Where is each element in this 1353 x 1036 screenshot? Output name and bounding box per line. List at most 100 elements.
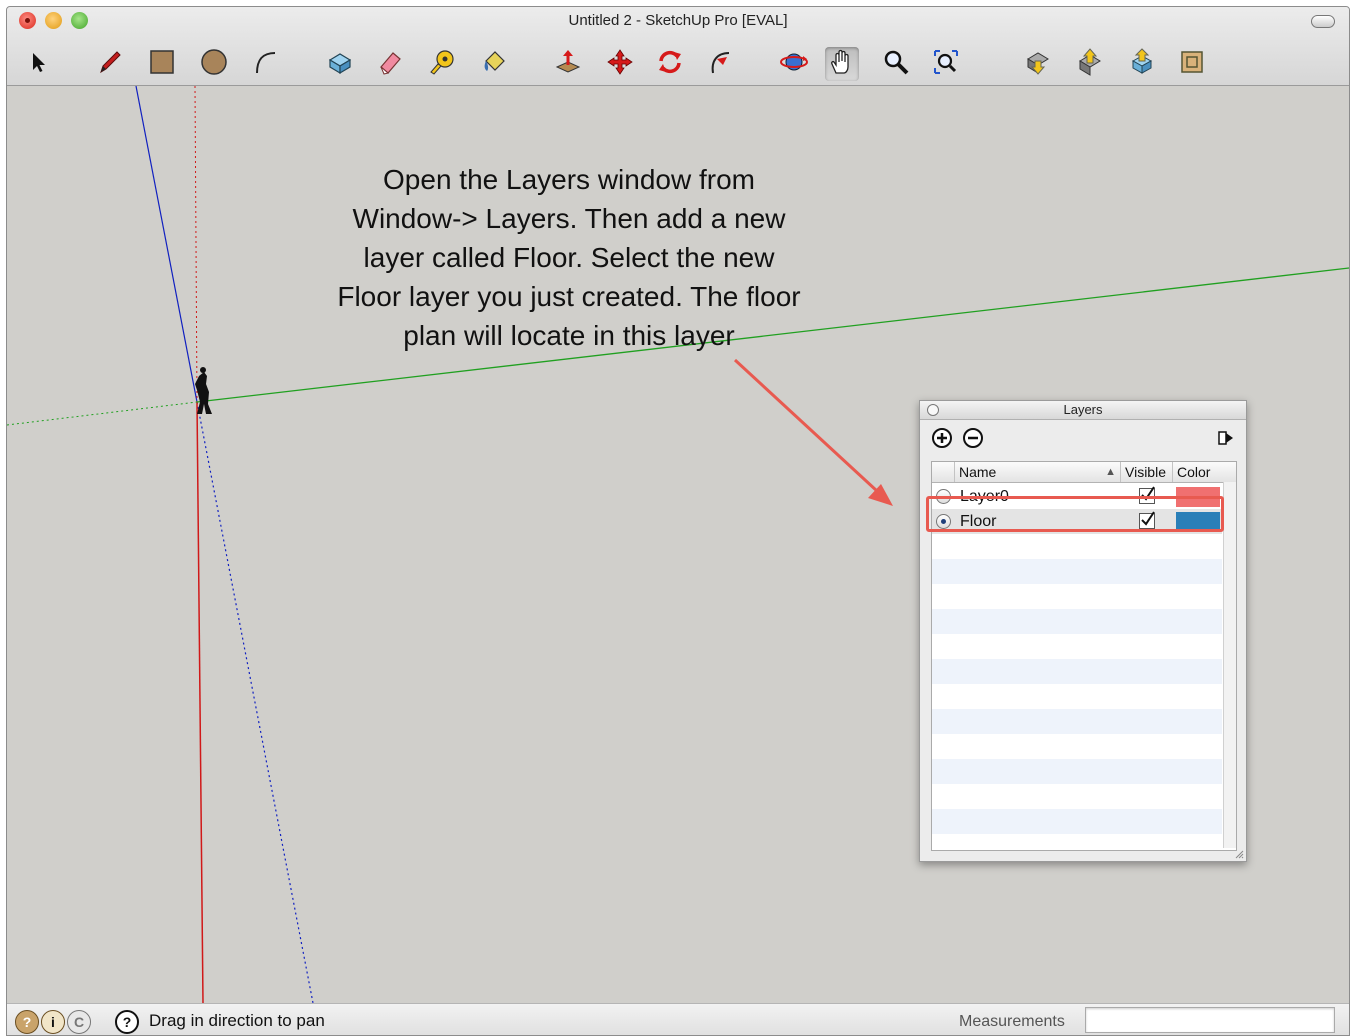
paint-bucket-icon: [479, 47, 509, 82]
follow-me-tool[interactable]: [703, 47, 737, 81]
arc-icon: [249, 47, 279, 82]
get-models-icon: [1023, 47, 1053, 82]
empty-row: [932, 659, 1222, 684]
annotation-line: Window-> Layers. Then add a new: [352, 203, 786, 234]
empty-row: [932, 559, 1222, 584]
zoom-tool[interactable]: [879, 47, 913, 81]
status-bar: ? i C ? Drag in direction to pan Measure…: [7, 1003, 1349, 1035]
user-account-icon[interactable]: C: [67, 1010, 91, 1034]
eraser-tool[interactable]: [373, 47, 407, 81]
empty-row: [932, 709, 1222, 734]
layers-close-button[interactable]: [927, 404, 939, 416]
tutorial-annotation: Open the Layers window from Window-> Lay…: [297, 160, 841, 355]
annotation-arrow: [733, 358, 893, 506]
select-tool[interactable]: [21, 47, 55, 81]
geo-location-icon[interactable]: ?: [15, 1010, 39, 1034]
layer-name: Layer0: [960, 488, 1009, 505]
zoom-extents-tool[interactable]: [929, 47, 963, 81]
hand-icon: [827, 47, 857, 82]
layer-row-floor[interactable]: Floor: [932, 509, 1222, 534]
layer-visible-checkbox[interactable]: [1139, 511, 1155, 529]
extension-warehouse-tool[interactable]: [1175, 47, 1209, 81]
make-component-tool[interactable]: [323, 47, 357, 81]
get-models-tool[interactable]: [1021, 47, 1055, 81]
layer-name: Floor: [960, 513, 997, 530]
layers-details-button[interactable]: [1214, 429, 1236, 451]
title-bar: Untitled 2 - SketchUp Pro [EVAL]: [7, 7, 1349, 86]
pencil-icon: [95, 47, 125, 82]
annotation-line: Open the Layers window from: [383, 164, 755, 195]
name-column-label: Name: [959, 464, 997, 480]
status-message: Drag in direction to pan: [149, 1011, 325, 1030]
credits-icon[interactable]: i: [41, 1010, 65, 1034]
share-component-tool[interactable]: [1125, 47, 1159, 81]
annotation-line: layer called Floor. Select the new: [363, 242, 775, 273]
paint-bucket-tool[interactable]: [477, 47, 511, 81]
drawing-viewport[interactable]: Open the Layers window from Window-> Lay…: [7, 86, 1349, 1003]
window-title: Untitled 2 - SketchUp Pro [EVAL]: [568, 12, 788, 29]
layer-color-swatch[interactable]: [1176, 512, 1220, 532]
layers-scrollbar[interactable]: [1223, 482, 1236, 848]
annotation-line: plan will locate in this layer: [403, 320, 735, 351]
empty-row: [932, 809, 1222, 834]
share-model-icon: [1075, 47, 1105, 82]
zoom-extents-icon: [931, 47, 961, 82]
share-model-tool[interactable]: [1073, 47, 1107, 81]
circle-tool[interactable]: [197, 47, 231, 81]
share-component-icon: [1127, 47, 1157, 82]
line-tool[interactable]: [93, 47, 127, 81]
rotate-icon: [655, 47, 685, 82]
main-toolbar: [7, 43, 1349, 85]
eraser-icon: [375, 47, 405, 82]
color-column-label: Color: [1177, 464, 1211, 480]
name-column-header[interactable]: Name ▲: [954, 462, 1120, 482]
resize-grip-icon[interactable]: [1234, 849, 1244, 859]
layers-table-header: Name ▲ Visible Color: [932, 462, 1236, 483]
color-column-header[interactable]: Color: [1172, 462, 1222, 482]
layer-visible-checkbox[interactable]: [1139, 486, 1155, 504]
circle-icon: [199, 47, 229, 82]
rectangle-icon: [147, 47, 177, 82]
active-layer-radio[interactable]: [936, 514, 951, 529]
visible-column-header[interactable]: Visible: [1120, 462, 1172, 482]
measurements-input[interactable]: [1085, 1007, 1335, 1033]
orbit-tool[interactable]: [777, 47, 811, 81]
layer-row-layer0[interactable]: Layer0: [932, 484, 1222, 509]
active-layer-radio[interactable]: [936, 489, 951, 504]
follow-me-icon: [705, 47, 735, 82]
tape-measure-icon: [427, 47, 457, 82]
layer-color-swatch[interactable]: [1176, 487, 1220, 507]
orbit-icon: [779, 47, 809, 82]
layers-title-text: Layers: [1063, 402, 1103, 417]
move-icon: [605, 47, 635, 82]
arrow-cursor-icon: [23, 47, 53, 82]
sketchup-window: Untitled 2 - SketchUp Pro [EVAL] Open th…: [6, 6, 1350, 1036]
magnifier-icon: [881, 47, 911, 82]
pan-tool[interactable]: [825, 47, 859, 81]
add-layer-button[interactable]: [931, 427, 953, 454]
empty-row: [932, 609, 1222, 634]
annotation-line: Floor layer you just created. The floor: [337, 281, 801, 312]
layers-panel-title: Layers: [920, 401, 1246, 420]
empty-row: [932, 759, 1222, 784]
delete-layer-button[interactable]: [962, 427, 984, 454]
rotate-tool[interactable]: [653, 47, 687, 81]
sort-ascending-icon: ▲: [1105, 466, 1116, 478]
layers-panel: Layers Name ▲ Visible Color Layer0 Floor: [919, 400, 1247, 862]
push-pull-icon: [553, 47, 583, 82]
plus-circle-icon: [931, 427, 953, 454]
move-tool[interactable]: [603, 47, 637, 81]
layers-table: Name ▲ Visible Color Layer0 Floor: [931, 461, 1237, 851]
visible-column-label: Visible: [1125, 464, 1166, 480]
extension-warehouse-icon: [1177, 47, 1207, 82]
help-icon[interactable]: ?: [115, 1010, 139, 1034]
measurements-label: Measurements: [959, 1013, 1065, 1030]
arc-tool[interactable]: [247, 47, 281, 81]
component-icon: [325, 47, 355, 82]
toolbar-toggle-button[interactable]: [1311, 15, 1335, 28]
tape-measure-tool[interactable]: [425, 47, 459, 81]
details-arrow-icon: [1214, 427, 1236, 454]
rectangle-tool[interactable]: [145, 47, 179, 81]
minus-circle-icon: [962, 427, 984, 454]
push-pull-tool[interactable]: [551, 47, 585, 81]
